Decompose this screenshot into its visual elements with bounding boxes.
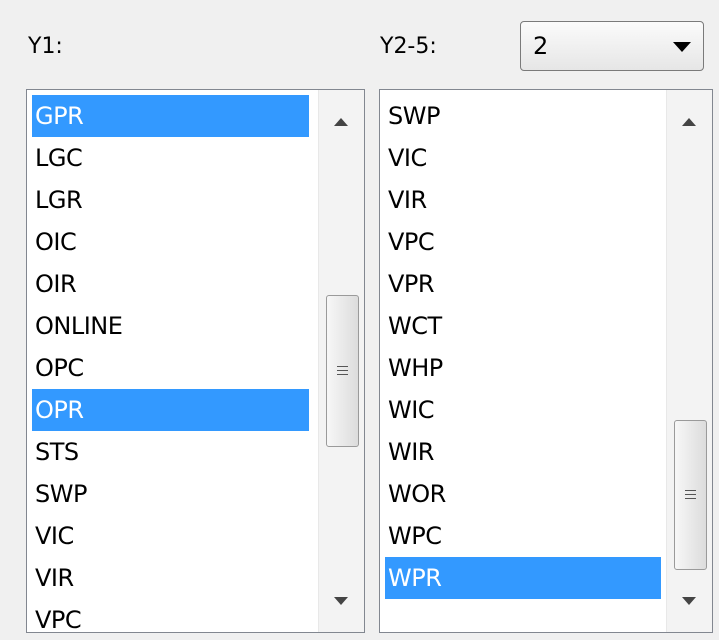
list-item[interactable]: WCT	[385, 305, 661, 347]
list-item[interactable]: VPC	[32, 599, 309, 632]
list-item[interactable]: OIC	[32, 221, 309, 263]
list-item[interactable]: VIC	[32, 515, 309, 557]
list-item[interactable]: STS	[32, 431, 309, 473]
list-item[interactable]: OPC	[32, 347, 309, 389]
y2-5-label: Y2-5:	[380, 34, 437, 59]
scroll-down-icon[interactable]	[682, 597, 696, 605]
list-item[interactable]: SWP	[385, 95, 661, 137]
list-item[interactable]: WIC	[385, 389, 661, 431]
list-item[interactable]: GPR	[32, 95, 309, 137]
list-item[interactable]: VIC	[385, 137, 661, 179]
y1-item-list: GPR LGC LGR OIC OIR ONLINE OPC OPR STS SWP VIC VIR V…	[32, 95, 309, 632]
scroll-thumb[interactable]	[674, 420, 707, 570]
list-item[interactable]: VIR	[385, 179, 661, 221]
y1-listbox[interactable]: GPR LGC LGR OIC OIR ONLINE OPC OPR STS SWP VIC VIR V…	[26, 89, 365, 633]
grip-icon	[337, 366, 348, 375]
list-item[interactable]: VPC	[385, 221, 661, 263]
list-item[interactable]: OIR	[32, 263, 309, 305]
scroll-thumb[interactable]	[326, 295, 359, 447]
list-item[interactable]: LGC	[32, 137, 309, 179]
dropdown-value: 2	[533, 32, 549, 60]
list-item[interactable]: VIR	[32, 557, 309, 599]
y2-5-scrollbar[interactable]	[666, 90, 712, 632]
scroll-down-icon[interactable]	[334, 597, 348, 605]
list-item[interactable]: VPR	[385, 263, 661, 305]
grip-icon	[685, 490, 696, 499]
y1-label: Y1:	[28, 34, 63, 59]
list-item[interactable]: WPC	[385, 515, 661, 557]
variable-selection-panel: { "y1": { "label": "Y1:", "items": ["GPR…	[0, 0, 719, 640]
list-item[interactable]: WIR	[385, 431, 661, 473]
y2-5-listbox[interactable]: SWP VIC VIR VPC VPR WCT WHP WIC WIR WOR WPC WPR	[379, 89, 713, 633]
scroll-up-icon[interactable]	[334, 118, 348, 126]
chevron-down-icon[interactable]	[673, 42, 691, 52]
list-item[interactable]: WOR	[385, 473, 661, 515]
list-item[interactable]: LGR	[32, 179, 309, 221]
y1-scrollbar[interactable]	[318, 90, 364, 632]
list-item[interactable]: SWP	[32, 473, 309, 515]
list-item[interactable]: OPR	[32, 389, 309, 431]
list-item[interactable]: WHP	[385, 347, 661, 389]
list-item[interactable]: WPR	[385, 557, 661, 599]
scroll-up-icon[interactable]	[682, 118, 696, 126]
y2-5-series-dropdown[interactable]: 2	[520, 21, 704, 71]
y2-5-item-list: SWP VIC VIR VPC VPR WCT WHP WIC WIR WOR WPC WPR	[385, 95, 661, 599]
list-item[interactable]: ONLINE	[32, 305, 309, 347]
